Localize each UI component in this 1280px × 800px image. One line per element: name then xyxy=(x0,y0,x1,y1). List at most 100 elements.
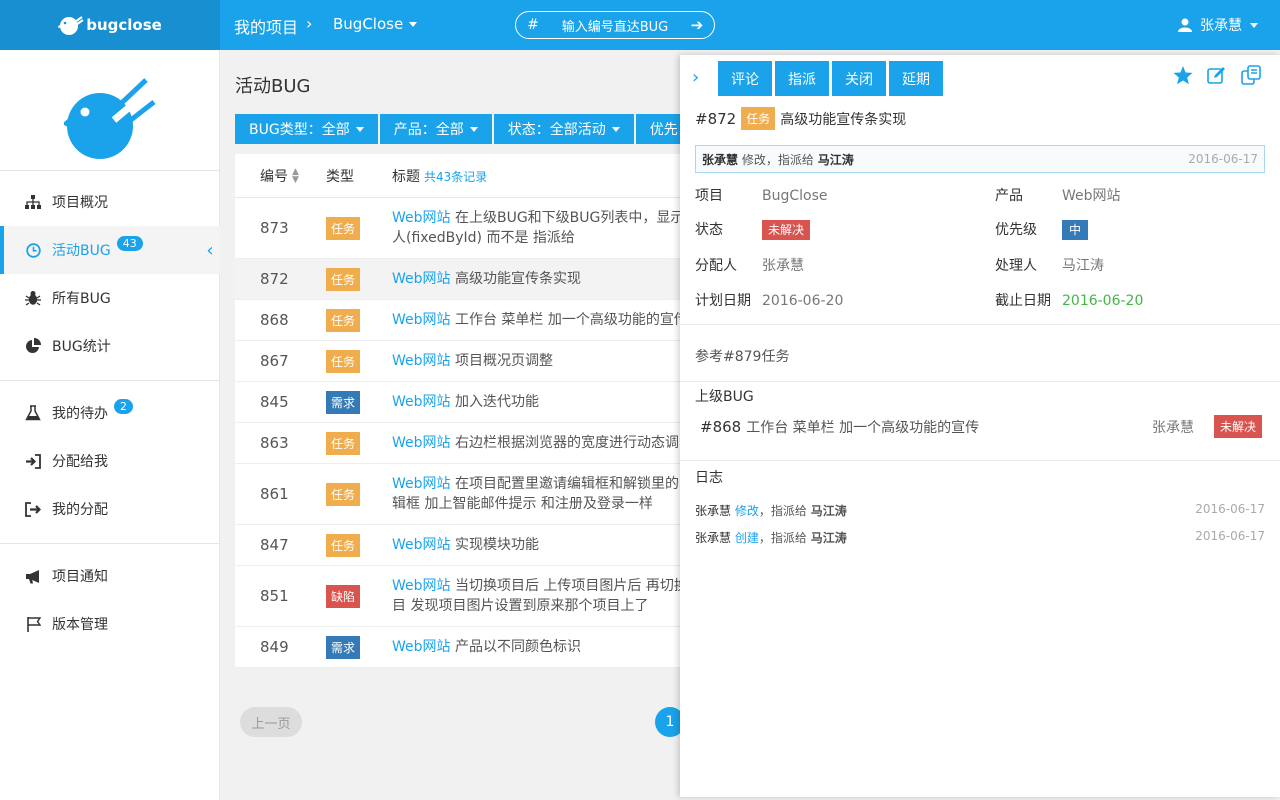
log-date: 2016-06-17 xyxy=(1195,529,1265,543)
product-link[interactable]: Web网站 xyxy=(392,271,451,287)
product-link[interactable]: Web网站 xyxy=(392,353,451,369)
bug-title-text: 工作台 菜单栏 加一个高级功能的宣传 xyxy=(454,312,685,328)
arrow-right-icon[interactable]: ➔ xyxy=(680,16,714,34)
table-row[interactable]: 868 任务 Web网站 工作台 菜单栏 加一个高级功能的宣传 xyxy=(235,300,685,341)
comment-button[interactable]: 评论 xyxy=(718,61,772,96)
product-link[interactable]: Web网站 xyxy=(392,210,451,226)
close-panel-icon[interactable]: › xyxy=(692,67,708,88)
table-row[interactable]: 872 任务 Web网站 高级功能宣传条实现 xyxy=(235,259,685,300)
collapse-sidebar-icon[interactable]: ‹ xyxy=(200,226,220,274)
parent-bug-row[interactable]: #868 工作台 菜单栏 加一个高级功能的宣传 张承慧 未解决 xyxy=(700,415,1262,438)
type-tag: 任务 xyxy=(326,267,361,291)
bug-title: Web网站 在项目配置里邀请编辑框和解锁里的 辑框 加上智能邮件提示 和注册及登… xyxy=(392,474,685,514)
table-row[interactable]: 873 任务 Web网站 在上级BUG和下级BUG列表中，显示 人(fixedB… xyxy=(235,198,685,259)
breadcrumb-separator: › xyxy=(306,14,313,33)
sidebar-divider xyxy=(0,170,220,171)
panel-divider xyxy=(680,460,1280,461)
field-product: 产品 Web网站 xyxy=(995,185,1121,205)
bug-title-text: 右边栏根据浏览器的宽度进行动态调 xyxy=(454,435,679,451)
bug-heading: #872 任务 高级功能宣传条实现 xyxy=(695,107,906,130)
table-row[interactable]: 851 缺陷 Web网站 当切换项目后 上传项目图片后 再切换 目 发现项目图片… xyxy=(235,566,685,627)
sidebar-item-all-bugs[interactable]: 所有BUG xyxy=(0,274,220,322)
sidebar-item-bug-stats[interactable]: BUG统计 xyxy=(0,322,220,370)
bug-title-text: 目 发现项目图片设置到原来那个项目上了 xyxy=(392,598,649,614)
star-icon[interactable] xyxy=(1172,64,1194,86)
panel-divider xyxy=(680,381,1280,382)
edit-icon[interactable] xyxy=(1206,64,1228,86)
activity-assignee: 马江涛 xyxy=(817,152,854,167)
parent-bug-title: 工作台 菜单栏 加一个高级功能的宣传 xyxy=(746,419,980,436)
table-row[interactable]: 849 需求 Web网站 产品以不同颜色标识 xyxy=(235,627,685,668)
sidebar-item-overview[interactable]: 项目概况 xyxy=(0,178,220,226)
filter-label: BUG类型：全部 xyxy=(249,122,350,138)
product-link[interactable]: Web网站 xyxy=(392,537,451,553)
filter-product[interactable]: 产品：全部 xyxy=(379,114,492,144)
bullhorn-icon xyxy=(24,567,42,585)
log-entry: 张承慧 创建，指派给 马江涛 2016-06-17 xyxy=(695,529,1265,546)
top-bar: bugclose 我的项目 › BugClose # 输入编号直达BUG ➔ 张… xyxy=(0,0,1280,50)
sidebar-item-my-todo[interactable]: 我的待办 2 xyxy=(0,389,220,437)
table-row[interactable]: 845 需求 Web网站 加入迭代功能 xyxy=(235,382,685,423)
bug-id: 847 xyxy=(260,536,289,554)
product-link[interactable]: Web网站 xyxy=(392,394,451,410)
user-menu[interactable]: 张承慧 xyxy=(1178,15,1258,35)
sidebar-item-versions[interactable]: 版本管理 xyxy=(0,600,220,648)
product-link[interactable]: Web网站 xyxy=(392,639,451,655)
sidebar-item-notifications[interactable]: 项目通知 xyxy=(0,552,220,600)
sidebar-item-label: 我的待办 xyxy=(52,406,108,422)
bird-logo-icon xyxy=(58,16,84,35)
field-label: 优先级 xyxy=(995,222,1037,238)
bug-number: #872 xyxy=(695,109,737,128)
sidebar-item-my-assignments[interactable]: 我的分配 xyxy=(0,485,220,533)
close-bug-button[interactable]: 关闭 xyxy=(832,61,886,96)
bug-title-text: 人(fixedById) 而不是 指派给 xyxy=(392,230,575,246)
column-header-title-label: 标题 xyxy=(392,168,420,185)
field-label: 产品 xyxy=(995,188,1023,204)
jump-to-bug-input[interactable]: # 输入编号直达BUG ➔ xyxy=(515,11,715,39)
field-plan-date: 计划日期 2016-06-20 xyxy=(695,290,843,310)
table-header: 编号 ▲ ▼ 类型 标题 共43条记录 xyxy=(235,154,685,198)
log-action-link[interactable]: 创建 xyxy=(735,531,759,545)
field-label: 状态 xyxy=(695,222,723,238)
bug-title: 高级功能宣传条实现 xyxy=(780,111,907,128)
type-tag: 任务 xyxy=(741,107,776,130)
sidebar-item-assigned-to-me[interactable]: 分配给我 xyxy=(0,437,220,485)
project-name: BugClose xyxy=(333,15,404,33)
bug-id: 873 xyxy=(260,219,289,237)
bug-id: 867 xyxy=(260,352,289,370)
panel-divider xyxy=(680,324,1280,325)
table-row[interactable]: 867 任务 Web网站 项目概况页调整 xyxy=(235,341,685,382)
flask-icon xyxy=(24,404,42,422)
product-link[interactable]: Web网站 xyxy=(392,435,451,451)
filter-status[interactable]: 状态：全部活动 xyxy=(493,114,634,144)
log-action-link[interactable]: 修改 xyxy=(735,504,759,518)
product-link[interactable]: Web网站 xyxy=(392,476,451,492)
sidebar-item-active-bugs[interactable]: 活动BUG 43 ‹ xyxy=(0,226,220,274)
breadcrumb-my-projects[interactable]: 我的项目 xyxy=(234,14,298,38)
field-value: Web网站 xyxy=(1062,188,1121,204)
assign-button[interactable]: 指派 xyxy=(775,61,829,96)
prev-page-button[interactable]: 上一页 xyxy=(240,707,302,737)
bug-title: Web网站 右边栏根据浏览器的宽度进行动态调 xyxy=(392,433,685,453)
table-row[interactable]: 861 任务 Web网站 在项目配置里邀请编辑框和解锁里的 辑框 加上智能邮件提… xyxy=(235,464,685,525)
user-icon xyxy=(1178,18,1192,32)
bug-title-text: 项目概况页调整 xyxy=(454,353,553,369)
product-link[interactable]: Web网站 xyxy=(392,578,451,594)
sign-in-icon xyxy=(24,452,42,470)
bug-table: 编号 ▲ ▼ 类型 标题 共43条记录 873 任务 Web网站 在上级BUG和下级… xyxy=(235,154,685,668)
sort-by-id[interactable]: 编号 ▲ ▼ xyxy=(235,166,326,186)
brand-logo[interactable]: bugclose xyxy=(0,0,220,50)
copy-icon[interactable] xyxy=(1240,64,1262,86)
product-link[interactable]: Web网站 xyxy=(392,312,451,328)
bug-title-text: 在项目配置里邀请编辑框和解锁里的 xyxy=(454,476,679,492)
project-selector[interactable]: BugClose xyxy=(333,15,418,33)
bug-icon xyxy=(24,289,42,307)
page-title: 活动BUG xyxy=(235,76,311,97)
table-row[interactable]: 847 任务 Web网站 实现模块功能 xyxy=(235,525,685,566)
filter-bar: BUG类型：全部 产品：全部 状态：全部活动 优先 xyxy=(235,114,692,144)
postpone-button[interactable]: 延期 xyxy=(889,61,943,96)
filter-bug-type[interactable]: BUG类型：全部 xyxy=(235,114,378,144)
column-header-id: 编号 xyxy=(260,168,288,185)
log-user: 张承慧 xyxy=(695,504,732,518)
table-row[interactable]: 863 任务 Web网站 右边栏根据浏览器的宽度进行动态调 xyxy=(235,423,685,464)
